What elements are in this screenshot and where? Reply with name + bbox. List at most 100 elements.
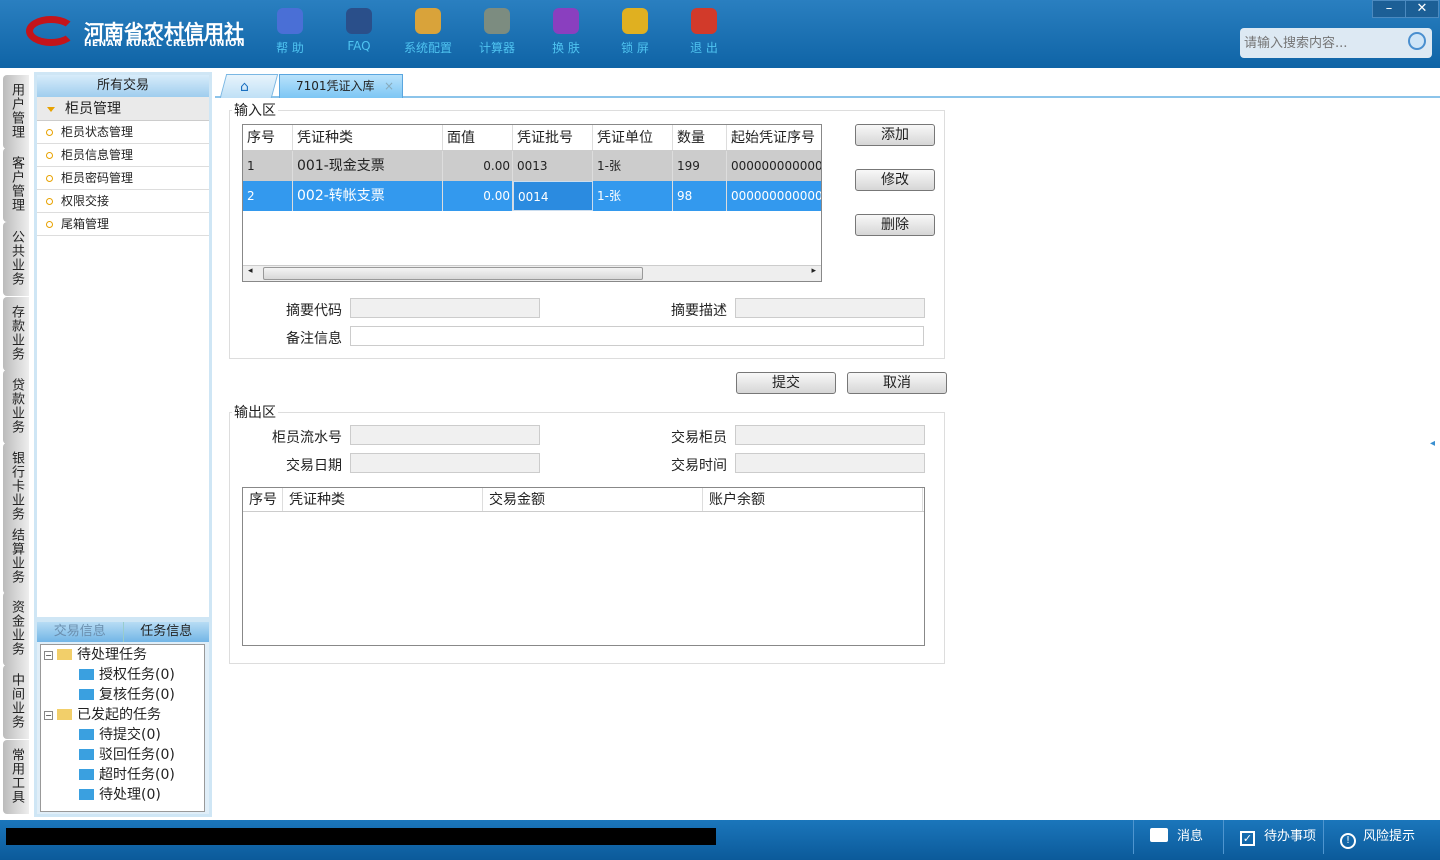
tab-label: 7101凭证入库 xyxy=(296,79,375,93)
tab-task-info[interactable]: 任务信息 xyxy=(122,622,210,642)
messages-button[interactable]: 消息 xyxy=(1133,820,1223,854)
toolbar-calculator-button[interactable]: 计算器 xyxy=(467,8,527,56)
calculator-icon xyxy=(484,8,510,34)
toolbar-info-button[interactable]: 帮 助 xyxy=(260,8,320,56)
column-header[interactable]: 起始凭证序号 xyxy=(727,125,821,150)
home-icon: ⌂ xyxy=(240,79,249,95)
column-header[interactable]: 序号 xyxy=(243,488,283,511)
column-header[interactable]: 凭证种类 xyxy=(283,488,483,511)
summary-desc-label: 摘要描述 xyxy=(671,303,727,319)
column-header[interactable]: 数量 xyxy=(673,125,727,150)
table-cell: 0.00 xyxy=(443,151,513,181)
column-header[interactable]: 交易金额 xyxy=(483,488,703,511)
table-cell: 199 xyxy=(673,151,727,181)
toolbar-label: FAQ xyxy=(347,39,371,53)
cancel-button[interactable]: 取消 xyxy=(847,372,947,394)
summary-code-field[interactable] xyxy=(350,298,540,318)
tree-node[interactable]: − 已发起的任务 xyxy=(44,705,161,725)
column-header[interactable]: 凭证种类 xyxy=(293,125,443,150)
column-header[interactable]: 凭证批号 xyxy=(513,125,593,150)
tree-node[interactable]: 复核任务(0) xyxy=(79,685,175,705)
close-button[interactable]: ✕ xyxy=(1405,0,1439,18)
vtab-7[interactable]: 资金业务 xyxy=(3,592,29,666)
tree-node-label: 超时任务(0) xyxy=(99,767,175,783)
help-icon xyxy=(346,8,372,34)
column-header[interactable]: 序号 xyxy=(243,125,293,150)
logo-subtitle: HENAN RURAL CREDIT UNION xyxy=(84,39,245,49)
toolbar-shirt-button[interactable]: 换 肤 xyxy=(536,8,596,56)
todo-button[interactable]: ✓ 待办事项 xyxy=(1223,820,1323,854)
modify-button[interactable]: 修改 xyxy=(855,169,935,191)
messages-label: 消息 xyxy=(1177,829,1204,844)
tab-7101[interactable]: 7101凭证入库 × xyxy=(279,74,403,98)
toolbar-help-button[interactable]: FAQ xyxy=(329,8,389,53)
shirt-icon xyxy=(553,8,579,34)
vtab-5[interactable]: 银行卡业务 xyxy=(3,443,29,532)
tree-node[interactable]: − 待处理任务 xyxy=(44,645,147,665)
summary-desc-field[interactable] xyxy=(735,298,925,318)
table-cell: 001-现金支票 xyxy=(293,151,443,181)
sidebar-item[interactable]: 柜员状态管理 xyxy=(37,121,209,144)
teller-serial-label: 柜员流水号 xyxy=(272,430,342,446)
toolbar-label: 退 出 xyxy=(690,41,718,55)
tab-home[interactable] xyxy=(219,74,279,98)
scroll-right-icon[interactable]: ▸ xyxy=(811,266,816,276)
trade-teller-label: 交易柜员 xyxy=(671,430,727,446)
sidebar-group-teller[interactable]: 柜员管理 xyxy=(37,97,209,121)
todo-label: 待办事项 xyxy=(1264,829,1317,844)
tree-node[interactable]: 授权任务(0) xyxy=(79,665,175,685)
horizontal-scrollbar[interactable]: ◂ ▸ xyxy=(243,265,821,281)
trade-date-field[interactable] xyxy=(350,453,540,473)
risk-button[interactable]: ! 风险提示 xyxy=(1323,820,1440,854)
tab-close-icon[interactable]: × xyxy=(384,75,394,97)
tree-node[interactable]: 待提交(0) xyxy=(79,725,161,745)
vtab-4[interactable]: 贷款业务 xyxy=(3,370,29,444)
scrollbar-thumb[interactable] xyxy=(263,267,643,280)
lock-icon xyxy=(622,8,648,34)
minimize-button[interactable]: – xyxy=(1372,0,1406,18)
teller-serial-field[interactable] xyxy=(350,425,540,445)
sidebar: 所有交易 柜员管理 柜员状态管理 柜员信息管理 柜员密码管理 权限交接 尾箱管理 xyxy=(34,72,212,620)
sidebar-item[interactable]: 权限交接 xyxy=(37,190,209,213)
column-header[interactable]: 凭证单位 xyxy=(593,125,673,150)
vtab-3[interactable]: 存款业务 xyxy=(3,297,29,371)
search-input[interactable] xyxy=(1240,28,1400,58)
vtab-9[interactable]: 常用工具 xyxy=(3,740,29,814)
vtab-0[interactable]: 用户管理 xyxy=(3,75,29,149)
toolbar-toolbox-button[interactable]: 系统配置 xyxy=(398,8,458,56)
collapse-icon[interactable]: − xyxy=(44,651,53,660)
submit-button[interactable]: 提交 xyxy=(736,372,836,394)
column-header[interactable]: 账户余额 xyxy=(703,488,923,511)
sidebar-item[interactable]: 柜员信息管理 xyxy=(37,144,209,167)
table-cell: 002-转帐支票 xyxy=(293,181,443,211)
table-row[interactable]: 2002-转帐支票0.0000141-张9800000000000000 xyxy=(243,181,821,211)
collapse-right-icon[interactable]: ◂ xyxy=(1430,438,1435,449)
column-header[interactable]: 面值 xyxy=(443,125,513,150)
add-button[interactable]: 添加 xyxy=(855,124,935,146)
vtab-6[interactable]: 结算业务 xyxy=(3,520,29,594)
sidebar-item[interactable]: 尾箱管理 xyxy=(37,213,209,236)
toolbar-label: 帮 助 xyxy=(276,41,304,55)
vtab-8[interactable]: 中间业务 xyxy=(3,665,29,739)
trade-teller-field[interactable] xyxy=(735,425,925,445)
sidebar-item[interactable]: 柜员密码管理 xyxy=(37,167,209,190)
scroll-left-icon[interactable]: ◂ xyxy=(248,266,253,276)
folder-icon xyxy=(79,749,94,760)
trade-time-field[interactable] xyxy=(735,453,925,473)
toolbar-lock-button[interactable]: 锁 屏 xyxy=(605,8,665,56)
search-icon[interactable] xyxy=(1408,32,1426,50)
output-grid: 序号 凭证种类 交易金额 账户余额 xyxy=(242,487,925,646)
vtab-2[interactable]: 公共业务 xyxy=(3,222,29,296)
collapse-icon[interactable]: − xyxy=(44,711,53,720)
table-row[interactable]: 1001-现金支票0.0000131-张19900000000000000 xyxy=(243,151,821,181)
remark-field[interactable] xyxy=(350,326,924,346)
vtab-1[interactable]: 客户管理 xyxy=(3,148,29,222)
search-box xyxy=(1240,28,1432,58)
tab-trade-info[interactable]: 交易信息 xyxy=(37,622,123,642)
toolbar-label: 换 肤 xyxy=(552,41,580,55)
delete-button[interactable]: 删除 xyxy=(855,214,935,236)
tree-node[interactable]: 待处理(0) xyxy=(79,785,161,805)
tree-node[interactable]: 超时任务(0) xyxy=(79,765,175,785)
tree-node[interactable]: 驳回任务(0) xyxy=(79,745,175,765)
toolbar-power-button[interactable]: 退 出 xyxy=(674,8,734,56)
